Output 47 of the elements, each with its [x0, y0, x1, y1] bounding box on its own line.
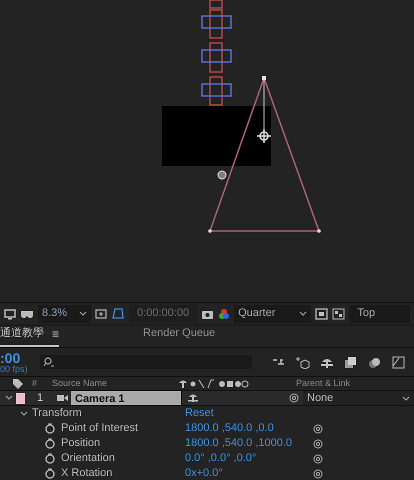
chevron-down-icon[interactable]	[79, 310, 88, 317]
monitor-icon[interactable]	[4, 308, 16, 320]
property-name: X Rotation	[61, 466, 114, 480]
color-channels-icon[interactable]	[218, 308, 230, 320]
search-icon[interactable]	[44, 357, 56, 367]
mask-shape-icon[interactable]	[111, 307, 126, 320]
stopwatch-icon[interactable]	[45, 423, 55, 434]
property-name: Orientation	[61, 451, 116, 466]
column-header: Source Name	[52, 376, 108, 390]
zoom-dropdown[interactable]: 8.3%	[38, 304, 92, 322]
property-value[interactable]: 1800.0 ,540.0 ,1000.0	[185, 435, 313, 452]
property-name: Position	[61, 436, 102, 452]
stopwatch-icon[interactable]	[45, 468, 55, 479]
column-header: Parent & Link	[296, 376, 350, 390]
chevron-down-icon[interactable]	[402, 394, 410, 402]
layer-number: 1	[37, 390, 44, 406]
layer-name[interactable]: Camera 1	[71, 391, 181, 405]
frame-rate: 00 fps)	[0, 364, 29, 374]
motion-blur-icon[interactable]	[368, 356, 382, 368]
chevron-down-icon[interactable]	[5, 394, 13, 402]
graph-icon[interactable]	[392, 356, 406, 368]
panel-tab[interactable]: Render Queue	[93, 325, 216, 347]
region-icon[interactable]	[315, 308, 328, 320]
label-swatch[interactable]	[16, 392, 25, 404]
stopwatch-icon[interactable]	[45, 438, 55, 449]
property-value[interactable]: 0x+0.0°	[185, 465, 313, 480]
stopwatch-icon[interactable]	[45, 453, 55, 464]
group-name: Transform	[32, 406, 83, 422]
chevron-down-icon[interactable]	[299, 310, 308, 317]
chevron-down-icon[interactable]	[20, 410, 28, 418]
parent-dropdown[interactable]: None	[303, 391, 414, 405]
panel-menu-icon[interactable]: ≡	[52, 324, 60, 342]
timecode-field[interactable]: 0:00:00:00	[129, 304, 198, 322]
frame-blend-icon[interactable]	[344, 356, 358, 368]
shy-icon[interactable]	[188, 393, 198, 403]
search-field[interactable]	[40, 355, 252, 369]
transparency-grid-icon[interactable]	[332, 308, 346, 320]
resolution-dropdown[interactable]: Quarter	[234, 304, 312, 322]
property-value[interactable]: 0.0° ,0.0° ,0.0°	[185, 450, 313, 467]
reset-link[interactable]: Reset	[185, 405, 214, 422]
property-name: Point of Interest	[61, 421, 140, 436]
camera-icon[interactable]	[57, 394, 68, 402]
frame-icon[interactable]	[95, 308, 108, 320]
property-value[interactable]: 1800.0 ,540.0 ,0.0	[185, 420, 313, 437]
view-dropdown[interactable]: Top	[349, 304, 410, 322]
current-time[interactable]: :00	[0, 350, 32, 364]
column-header: #	[32, 376, 38, 390]
